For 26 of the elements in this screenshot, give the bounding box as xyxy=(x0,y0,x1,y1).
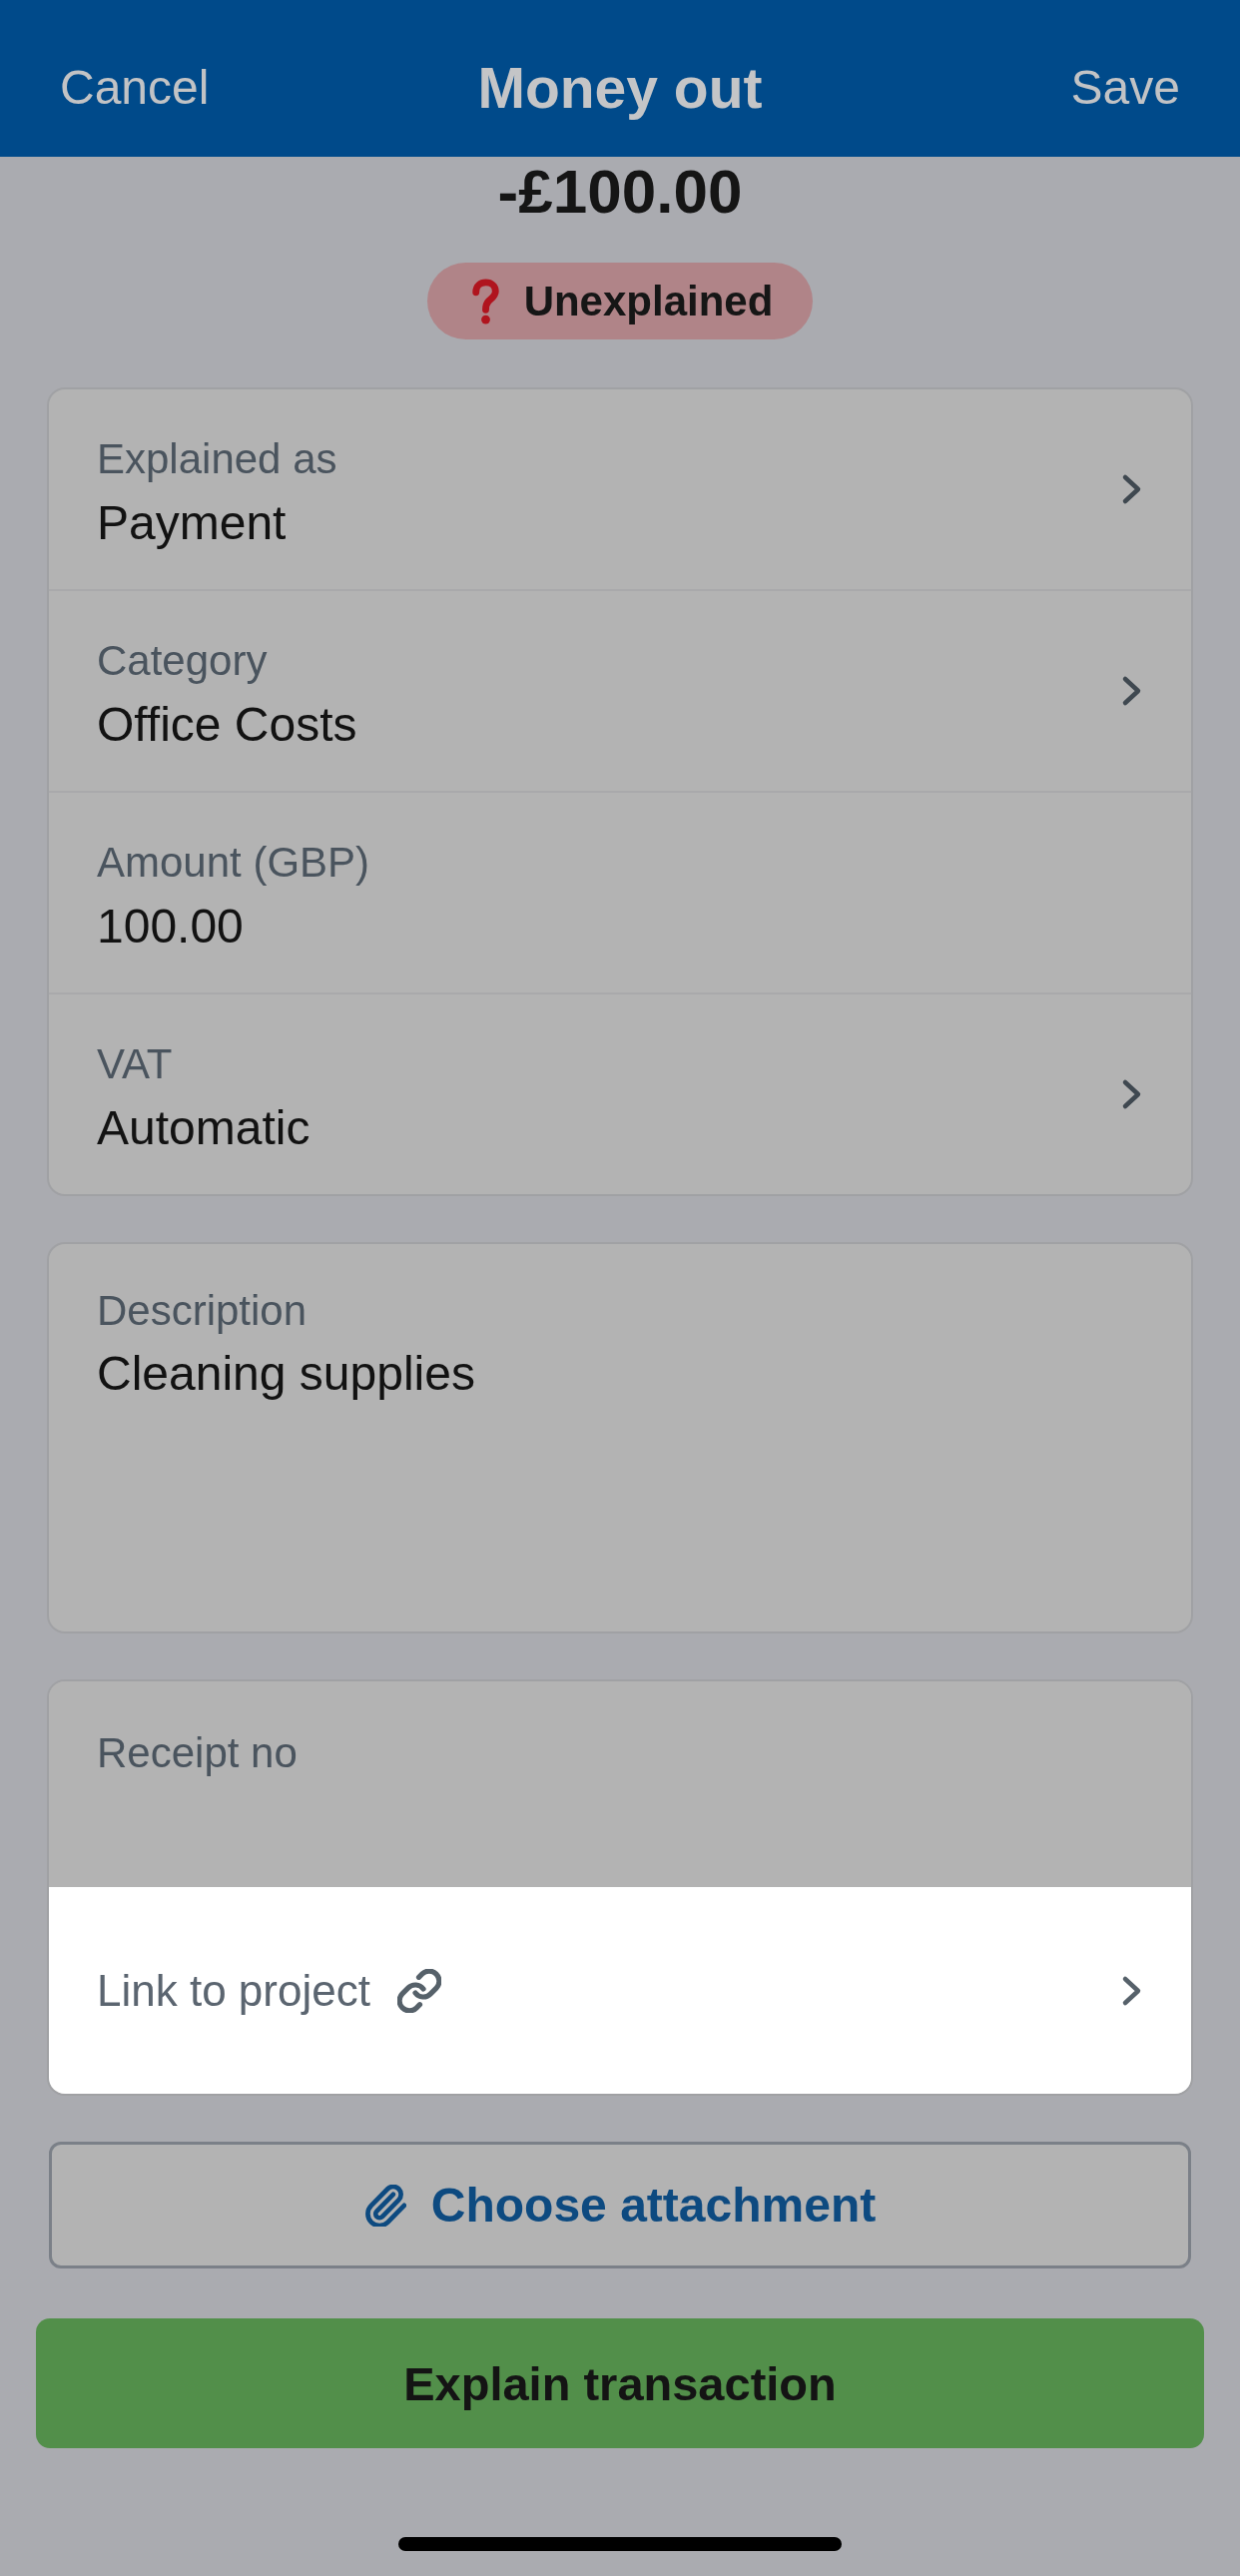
chevron-right-icon[interactable] xyxy=(1121,473,1143,505)
link-project-row[interactable]: Link to project xyxy=(49,1887,1191,2094)
field-label: Amount (GBP) xyxy=(97,838,370,888)
description-input[interactable]: Cleaning supplies xyxy=(97,1344,1143,1602)
cancel-button[interactable]: Cancel xyxy=(60,57,210,118)
field-value[interactable]: Automatic xyxy=(97,1098,310,1158)
field-label: Description xyxy=(97,1286,308,1336)
amount-input[interactable]: 100.00 xyxy=(97,897,1143,957)
status-text: Unexplained xyxy=(523,276,774,326)
field-label: Category xyxy=(97,636,268,686)
save-button[interactable]: Save xyxy=(1070,57,1180,118)
link-project-label: Link to project xyxy=(97,1965,370,2016)
chevron-right-icon[interactable] xyxy=(1121,1974,1143,2007)
transaction-amount: -£100.00 xyxy=(497,157,743,227)
chevron-right-icon[interactable] xyxy=(1121,675,1143,707)
field-value[interactable]: Payment xyxy=(97,493,287,553)
field-value[interactable]: Office Costs xyxy=(97,695,357,755)
screen-title: Money out xyxy=(477,54,763,122)
field-label: VAT xyxy=(97,1039,173,1089)
explain-transaction-button[interactable]: Explain transaction xyxy=(36,2318,1204,2448)
choose-attachment-button[interactable]: Choose attachment xyxy=(49,2142,1191,2268)
paperclip-icon xyxy=(363,2184,406,2227)
chevron-right-icon[interactable] xyxy=(1121,1078,1143,1110)
field-label: Receipt no xyxy=(97,1728,298,1778)
field-label: Explained as xyxy=(97,434,337,484)
link-icon xyxy=(396,1968,441,2013)
